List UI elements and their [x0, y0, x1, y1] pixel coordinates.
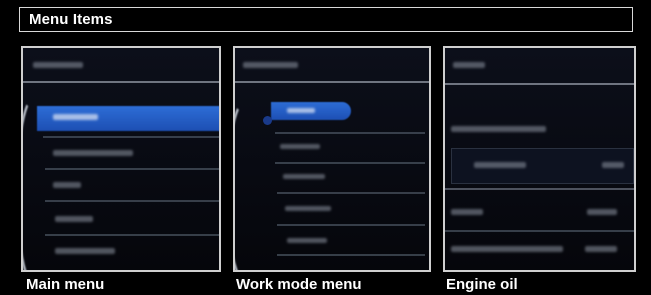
elapsed-label-blur [451, 246, 563, 252]
screen-header-blur [243, 62, 298, 68]
elapsed-value-blur [585, 246, 617, 252]
menu-row-divider [275, 162, 425, 164]
screen-divider [445, 188, 634, 190]
screen-divider [445, 230, 634, 232]
section-title: Menu Items [29, 11, 113, 28]
menu-item-blur [283, 174, 325, 179]
selected-item-label-blur [287, 108, 315, 113]
interval-value-blur [587, 209, 617, 215]
maintenance-value-blur [474, 162, 526, 168]
screen-divider [235, 81, 429, 83]
screen-divider [445, 83, 634, 85]
main-menu-caption: Main menu [26, 276, 105, 293]
interval-label-blur [451, 209, 483, 215]
engine-oil-caption: Engine oil [446, 276, 518, 293]
menu-row-divider [277, 192, 425, 194]
menu-row-divider [277, 224, 425, 226]
maintenance-label-blur [451, 126, 546, 132]
menu-item-blur [285, 206, 331, 211]
menu-row-divider [45, 200, 219, 202]
work-mode-menu-caption: Work mode menu [236, 276, 362, 293]
menu-item-blur [55, 248, 115, 254]
menu-row-divider [277, 254, 425, 256]
screen-divider [23, 81, 219, 83]
selected-item-label-blur [53, 114, 98, 120]
menu-item-blur [287, 238, 327, 243]
maintenance-row [451, 148, 634, 184]
menu-item-blur [55, 216, 93, 222]
screen-header-blur [33, 62, 83, 68]
menu-item-blur [53, 182, 81, 188]
menu-item-blur [53, 150, 133, 156]
menu-row-divider [45, 168, 219, 170]
screen-header-blur [453, 62, 485, 68]
work-mode-menu-screenshot [233, 46, 431, 272]
menu-row-divider [275, 132, 425, 134]
main-menu-screenshot [21, 46, 221, 272]
section-title-bar: Menu Items [19, 7, 633, 32]
menu-item-blur [280, 144, 320, 149]
selection-dot-icon [263, 116, 272, 125]
menu-row-divider [43, 136, 219, 138]
menu-row-divider [45, 234, 219, 236]
engine-oil-screenshot [443, 46, 636, 272]
maintenance-unit-blur [602, 162, 624, 168]
